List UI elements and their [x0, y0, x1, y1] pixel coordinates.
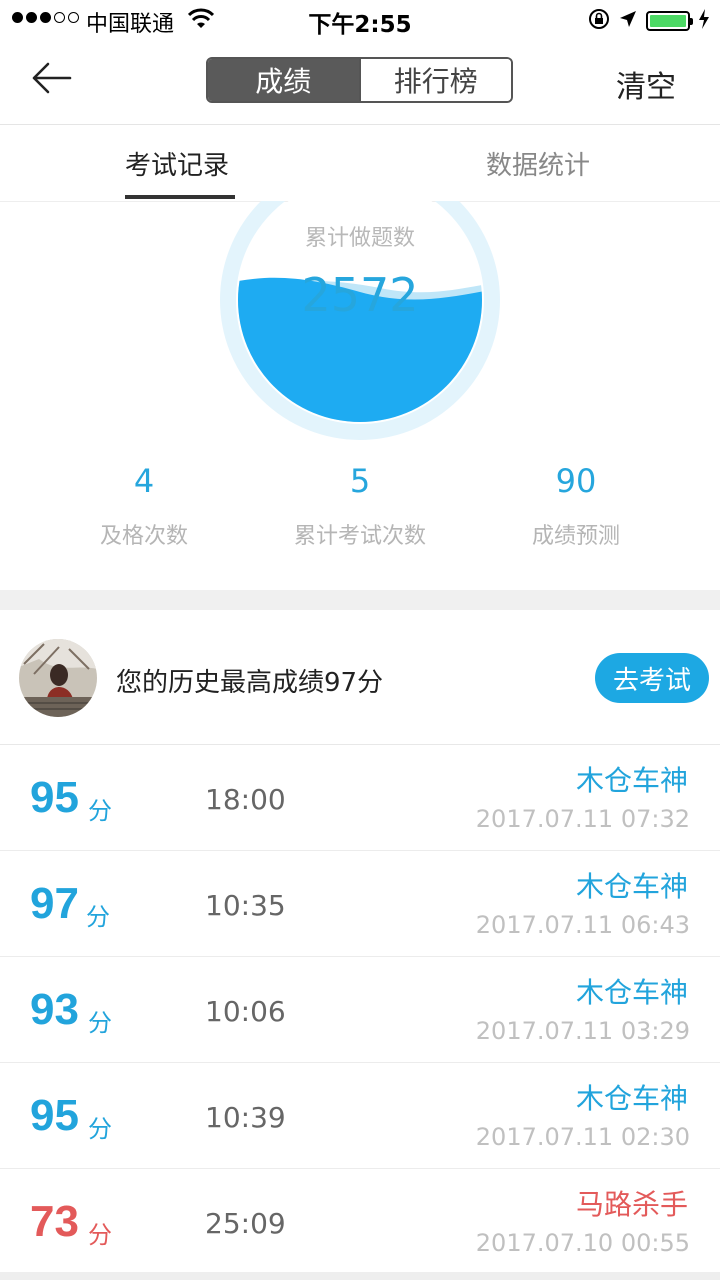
record-duration: 10:06	[205, 995, 286, 1028]
stat-score-prediction: 90 成绩预测	[456, 462, 696, 550]
record-datetime: 2017.07.11 03:29	[475, 1017, 690, 1045]
record-row[interactable]: 97 分 10:35 木仓车神 2017.07.11 06:43	[0, 851, 720, 957]
active-tab-indicator	[125, 195, 235, 199]
record-datetime: 2017.07.11 06:43	[475, 911, 690, 939]
record-score-unit: 分	[86, 903, 110, 931]
exam-record-list: 95 分 18:00 木仓车神 2017.07.11 07:32 97 分 10:35 木仓车神…	[0, 745, 720, 1275]
record-duration: 18:00	[205, 783, 286, 816]
record-score-unit: 分	[88, 1009, 112, 1037]
record-title: 木仓车神	[575, 1082, 688, 1115]
tab-bar: 考试记录 数据统计	[0, 125, 720, 202]
record-score: 93	[30, 985, 79, 1034]
record-score-unit: 分	[88, 1115, 112, 1143]
segment-score[interactable]: 成绩	[208, 59, 359, 101]
stat-value: 4	[133, 462, 155, 500]
segment-ranking[interactable]: 排行榜	[358, 59, 511, 101]
back-button[interactable]	[28, 58, 76, 98]
best-score-text: 您的历史最高成绩97分	[116, 668, 384, 698]
stat-label: 及格次数	[99, 524, 188, 549]
record-score: 95	[30, 1091, 79, 1140]
stats-row: 4 及格次数 5 累计考试次数 90 成绩预测	[0, 462, 720, 562]
tab-data-statistics[interactable]: 数据统计	[486, 145, 590, 182]
charging-bolt-icon	[698, 9, 710, 33]
go-exam-button[interactable]: 去考试	[595, 653, 709, 703]
rotation-lock-icon	[588, 8, 610, 34]
record-datetime: 2017.07.11 02:30	[475, 1123, 690, 1151]
record-title: 木仓车神	[575, 976, 688, 1009]
record-datetime: 2017.07.11 07:32	[475, 805, 690, 833]
navigation-bar: 成绩 排行榜 清空	[0, 40, 720, 125]
stat-label: 累计考试次数	[293, 524, 426, 549]
record-score-unit: 分	[88, 797, 112, 825]
total-questions-label: 累计做题数	[304, 226, 415, 251]
record-score-unit: 分	[88, 1221, 112, 1249]
record-score: 95	[30, 773, 79, 822]
status-bar: 中国联通 下午2:55	[0, 0, 720, 40]
record-row[interactable]: 95 分 10:39 木仓车神 2017.07.11 02:30	[0, 1063, 720, 1169]
stat-value: 90	[555, 462, 597, 500]
record-duration: 10:35	[205, 889, 286, 922]
record-duration: 25:09	[205, 1207, 286, 1240]
bottom-divider	[0, 1272, 720, 1280]
stat-value: 5	[349, 462, 371, 500]
section-divider	[0, 590, 720, 610]
avatar[interactable]	[19, 639, 97, 717]
record-row[interactable]: 93 分 10:06 木仓车神 2017.07.11 03:29	[0, 957, 720, 1063]
record-datetime: 2017.07.10 00:55	[475, 1229, 690, 1257]
record-title: 木仓车神	[575, 764, 688, 797]
record-row[interactable]: 73 分 25:09 马路杀手 2017.07.10 00:55	[0, 1169, 720, 1275]
record-title: 马路杀手	[575, 1188, 688, 1221]
tab-exam-records[interactable]: 考试记录	[125, 145, 229, 182]
record-title: 木仓车神	[575, 870, 688, 903]
stat-exam-count: 5 累计考试次数	[240, 462, 480, 550]
location-arrow-icon	[618, 9, 638, 33]
total-questions-value: 2572	[301, 268, 419, 322]
clear-button[interactable]: 清空	[616, 62, 676, 106]
back-arrow-icon	[32, 62, 72, 94]
record-score: 97	[30, 879, 79, 928]
battery-icon	[646, 11, 693, 31]
record-row[interactable]: 95 分 18:00 木仓车神 2017.07.11 07:32	[0, 745, 720, 851]
stat-label: 成绩预测	[531, 524, 620, 549]
stat-pass-count: 4 及格次数	[24, 462, 264, 550]
record-score: 73	[30, 1197, 79, 1246]
segmented-control: 成绩 排行榜	[206, 57, 513, 103]
best-score-row: 您的历史最高成绩97分 去考试	[0, 610, 720, 745]
record-duration: 10:39	[205, 1101, 286, 1134]
